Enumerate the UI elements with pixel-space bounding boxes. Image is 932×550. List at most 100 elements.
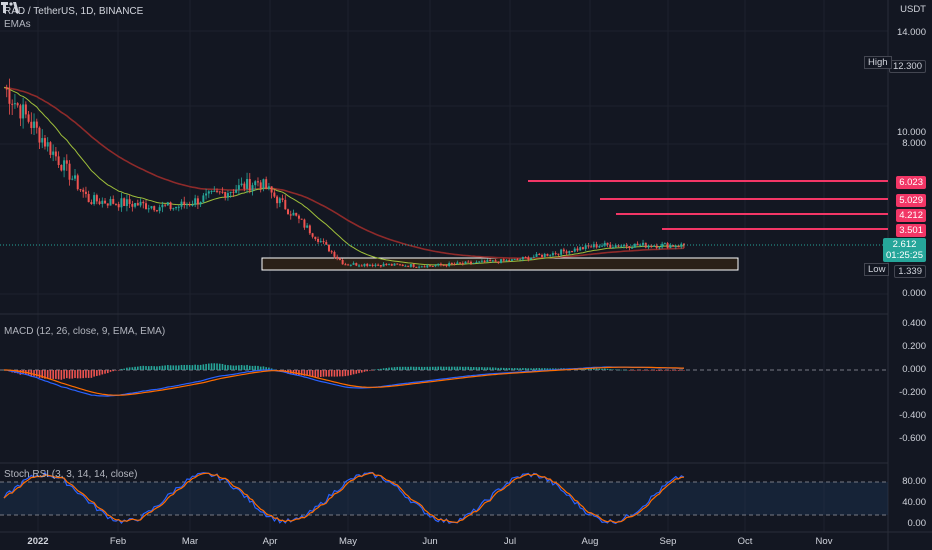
candle-body [232, 191, 235, 193]
macd-histogram-bar [530, 368, 532, 370]
candle-body [628, 246, 631, 248]
candle-body [603, 242, 606, 246]
macd-histogram-bar [492, 367, 494, 370]
macd-histogram-bar [60, 370, 63, 380]
price-tick: 0.000 [902, 288, 926, 299]
macd-histogram-bar [112, 370, 115, 372]
macd-histogram-bar [647, 370, 650, 371]
macd-pane[interactable] [0, 363, 888, 397]
candle-body [134, 203, 137, 207]
macd-histogram-bar [655, 370, 658, 371]
macd-histogram-bar [410, 366, 412, 370]
macd-histogram-bar [153, 366, 156, 370]
candle-body [199, 201, 202, 205]
main-price-pane[interactable] [0, 78, 888, 271]
chart-canvas[interactable] [0, 0, 932, 550]
macd-histogram-bar [328, 370, 330, 377]
macd-histogram-bar [366, 370, 369, 372]
macd-histogram-bar [191, 365, 194, 370]
macd-histogram-bar [172, 365, 175, 370]
macd-histogram-bar [475, 367, 478, 370]
macd-histogram-bar [199, 364, 202, 370]
macd-histogram-bar [374, 369, 377, 371]
macd-histogram-bar [456, 366, 459, 370]
candle-body [278, 198, 281, 204]
macd-histogram-bar [494, 367, 497, 370]
macd-histogram-bar [481, 367, 483, 370]
time-axis[interactable]: 2022 Feb Mar Apr May Jun Jul Aug Sep Oct… [0, 532, 888, 550]
candle-body [131, 203, 134, 207]
macd-histogram-bar [666, 370, 669, 371]
candle-body [467, 261, 470, 263]
candle-body [246, 179, 249, 189]
candle-body [109, 198, 112, 206]
macd-histogram-bar [642, 370, 644, 371]
candle-body [464, 261, 467, 264]
candle-body [317, 238, 320, 242]
macd-histogram-bar [156, 366, 158, 370]
macd-histogram-bar [197, 364, 199, 370]
candle-body [210, 190, 213, 192]
stoch-rsi-title[interactable]: Stoch RSI (3, 3, 14, 14, close) [4, 469, 137, 480]
macd-histogram-bar [486, 367, 489, 370]
candle-body [52, 151, 55, 155]
candle-body [513, 258, 516, 260]
candle-body [240, 183, 243, 186]
candle-body [303, 219, 306, 228]
target-price-tag: 3.501 [896, 224, 926, 237]
bar-countdown: 01:25:25 [886, 250, 923, 261]
macd-title[interactable]: MACD (12, 26, close, 9, EMA, EMA) [4, 326, 165, 337]
candle-body [519, 259, 522, 261]
candle-body [631, 247, 634, 249]
macd-histogram-bar [483, 367, 486, 370]
candle-body [43, 138, 46, 147]
macd-histogram-bar [169, 365, 172, 370]
macd-histogram-bar [396, 366, 399, 370]
candle-body [153, 206, 156, 211]
macd-histogram-bar [538, 368, 541, 370]
candle-body [295, 212, 298, 216]
candle-body [297, 215, 300, 219]
macd-histogram-bar [459, 366, 461, 370]
candle-body [259, 182, 262, 189]
candle-body [382, 263, 385, 267]
candle-body [161, 204, 164, 208]
price-axis[interactable]: USDT 14.000 10.000 8.000 0.000 6.023 5.0… [883, 0, 932, 550]
candle-body [270, 186, 273, 193]
candle-body [480, 260, 483, 262]
current-price-tag: 2.612 01:25:25 [883, 238, 926, 262]
macd-histogram-bar [524, 368, 527, 370]
candle-body [306, 225, 309, 228]
currency-label: USDT [900, 4, 926, 15]
candle-body [262, 179, 265, 189]
support-zone-box[interactable] [261, 257, 739, 271]
candle-body [453, 263, 456, 265]
candle-body [565, 251, 568, 254]
candle-body [573, 248, 576, 252]
candle-body [420, 266, 423, 268]
macd-histogram-bar [516, 368, 519, 370]
macd-histogram-bar [104, 370, 106, 374]
candle-body [84, 191, 87, 194]
candle-body [224, 191, 227, 198]
candle-body [355, 263, 358, 266]
symbol-title[interactable]: RAD / TetherUS, 1D, BINANCE [4, 6, 143, 17]
macd-histogram-bar [248, 365, 251, 370]
candle-body [418, 266, 421, 268]
candle-body [377, 264, 380, 266]
macd-histogram-bar [311, 370, 314, 377]
indicator-ema-label[interactable]: EMAs [4, 19, 31, 30]
macd-histogram-bar [451, 366, 453, 370]
macd-histogram-bar [513, 368, 516, 370]
candle-body [371, 264, 374, 266]
macd-histogram-bar [519, 368, 521, 370]
macd-histogram-bar [371, 370, 374, 371]
macd-histogram-bar [614, 369, 617, 371]
macd-histogram-bar [246, 364, 248, 370]
macd-line [3, 366, 685, 397]
chart-area[interactable]: RAD / TetherUS, 1D, BINANCE EMAs MACD (1… [0, 0, 932, 550]
macd-tick: -0.400 [899, 410, 926, 421]
candle-body [185, 204, 188, 206]
macd-histogram-bar [434, 366, 437, 370]
stoch-rsi-pane[interactable] [0, 471, 888, 525]
